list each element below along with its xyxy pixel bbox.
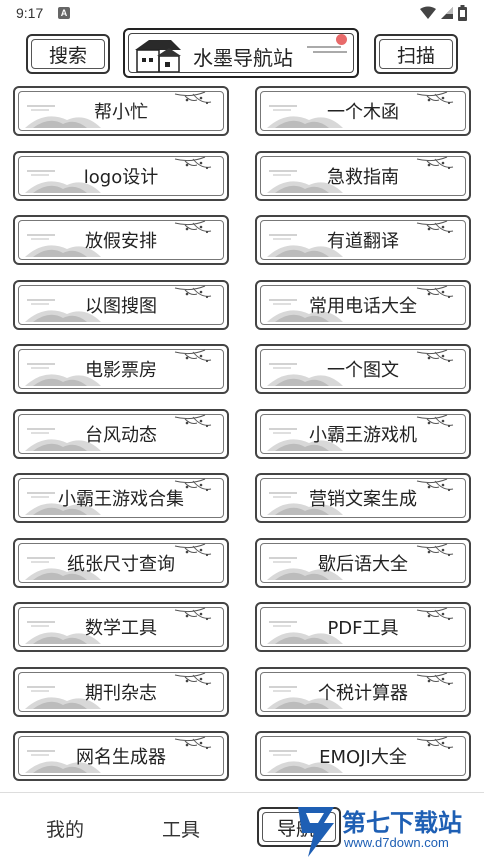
tool-card-label: 放假安排 [85,231,157,252]
tool-card-label: 数学工具 [85,618,157,639]
search-button[interactable]: 搜索 [26,34,110,74]
tool-card[interactable]: 数学工具 [13,602,229,652]
tool-card[interactable]: 帮小忙 [13,86,229,136]
status-time: 9:17 [16,5,44,21]
signal-icon [441,7,453,19]
tool-card-label: logo设计 [83,166,159,188]
tool-card-label: 纸张尺寸查询 [67,553,175,575]
page-title: 水墨导航站 [193,46,293,70]
tool-card[interactable]: 放假安排 [13,215,229,265]
tool-card[interactable]: 急救指南 [255,150,471,201]
tool-card[interactable]: 歇后语大全 [255,537,471,588]
sun-icon [336,34,347,45]
battery-icon [458,5,467,21]
scan-button[interactable]: 扫描 [374,34,458,74]
watermark-logo-icon [298,807,334,857]
tool-card[interactable]: 常用电话大全 [255,279,471,330]
search-button-label: 搜索 [48,44,87,67]
watermark: 第七下载站 www.d7down.com [290,797,484,861]
ink-house-icon [135,40,181,73]
tool-card[interactable]: PDF工具 [255,602,471,652]
nav-tools[interactable]: 工具 [162,815,200,842]
tool-card[interactable]: 一个图文 [255,344,471,394]
tool-card[interactable]: 个税计算器 [255,666,471,717]
nav-mine[interactable]: 我的 [46,815,84,842]
tool-card-label: 急救指南 [327,166,399,188]
tool-card-label: PDF工具 [327,618,399,639]
tool-card[interactable]: 纸张尺寸查询 [13,537,229,588]
watermark-url: www.d7down.com [344,835,449,850]
tool-card-label: 以图搜图 [85,295,157,317]
notification-icon: A [58,7,70,19]
tool-card-label: 一个图文 [327,360,399,381]
tool-card-label: 网名生成器 [76,747,166,768]
tool-card-label: 营销文案生成 [309,489,417,510]
watermark-text: 第七下载站 [342,810,462,837]
tool-card[interactable]: 小霸王游戏合集 [13,473,229,523]
tool-card-label: 歇后语大全 [318,553,408,575]
tool-card[interactable]: 一个木函 [255,86,471,136]
header: 搜索 水墨导航站 扫描 [0,28,484,84]
tool-card[interactable]: 有道翻译 [255,215,471,265]
title-banner: 水墨导航站 [123,28,359,78]
tool-card-label: EMOJI大全 [319,747,407,768]
tool-card[interactable]: 电影票房 [13,344,229,394]
status-bar: 9:17 A [0,0,484,28]
bottom-nav: 我的 工具 导航 第七下载站 www.d7down.com [0,792,484,861]
tool-card-label: 常用电话大全 [309,295,417,317]
tool-card[interactable]: EMOJI大全 [255,731,471,781]
tool-card[interactable]: 期刊杂志 [13,666,229,717]
tool-card-label: 个税计算器 [318,682,408,704]
tool-card-label: 一个木函 [327,102,399,123]
tool-card[interactable]: 以图搜图 [13,279,229,330]
tool-card-label: 有道翻译 [327,231,399,252]
tool-card[interactable]: 营销文案生成 [255,473,471,523]
tool-card-label: 台风动态 [85,424,157,446]
tool-card[interactable]: logo设计 [13,150,229,201]
tool-card-label: 帮小忙 [94,102,148,123]
tool-card[interactable]: 小霸王游戏机 [255,408,471,459]
tool-card-label: 小霸王游戏合集 [58,489,184,510]
tool-card[interactable]: 台风动态 [13,408,229,459]
wifi-icon [420,6,436,19]
tool-card[interactable]: 网名生成器 [13,731,229,781]
tool-card-label: 期刊杂志 [85,682,157,704]
tool-card-label: 电影票房 [85,360,157,381]
scan-button-label: 扫描 [396,44,435,67]
cloud-lines-icon [307,46,347,53]
tool-card-label: 小霸王游戏机 [309,424,417,446]
